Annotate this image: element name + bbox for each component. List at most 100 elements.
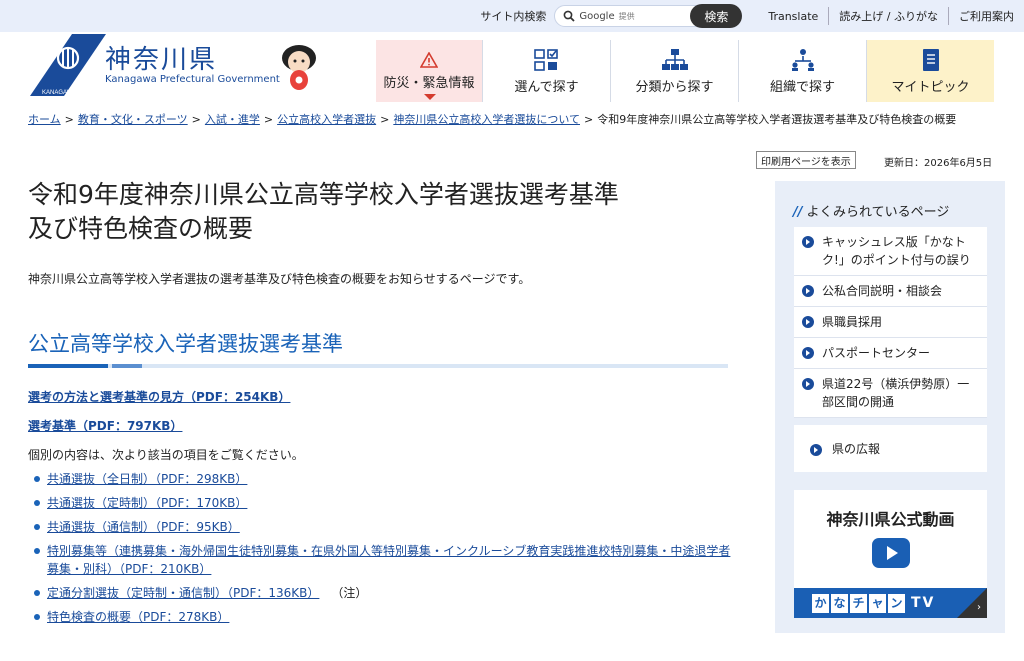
nav-category[interactable]: 分類から探す — [610, 40, 738, 102]
kana-char: チ — [850, 593, 867, 613]
search-icon — [563, 10, 575, 22]
page-title-line1: 令和9年度神奈川県公立高等学校入学者選抜選考基準 — [28, 180, 619, 209]
notebook-icon — [922, 48, 939, 71]
list-item: 特色検査の概要（PDF：278KB） — [32, 608, 742, 626]
nav-organization[interactable]: 組織で探す — [738, 40, 866, 102]
underline-accent-2 — [112, 364, 142, 368]
page-title-line2: 及び特色検査の概要 — [28, 214, 254, 243]
warning-icon — [420, 51, 438, 68]
updated-date: 更新日：2026年6月5日 — [884, 158, 993, 169]
pdf-link[interactable]: 共通選抜（通信制）（PDF：95KB） — [47, 520, 240, 534]
sidebar-item[interactable]: 公私合同説明・相談会 — [794, 276, 987, 307]
sidebar-item[interactable]: パスポートセンター — [794, 338, 987, 369]
play-icon — [872, 538, 910, 568]
kana-char: な — [831, 593, 848, 613]
pdf-link[interactable]: 共通選抜（全日制）（PDF：298KB） — [47, 472, 247, 486]
breadcrumb-current: 令和9年度神奈川県公立高等学校入学者選抜選考基準及び特色検査の概要 — [597, 113, 957, 126]
tv-label: TV — [911, 595, 936, 611]
nav-emergency-label: 防災・緊急情報 — [383, 75, 475, 91]
arrow-circle-icon — [802, 285, 814, 297]
sidebar-item[interactable]: 県道22号（横浜伊勢原）一部区間の開通 — [794, 369, 987, 418]
people-org-icon — [791, 48, 814, 71]
search-button[interactable]: 検索 — [690, 4, 743, 28]
pdf-link[interactable]: 特色検査の概要（PDF：278KB） — [47, 610, 229, 624]
pdf-link[interactable]: 特別募集等（連携募集・海外帰国生徒特別募集・在県外国人等特別募集・インクルーシブ… — [47, 544, 730, 576]
print-button[interactable]: 印刷用ページを表示 — [756, 151, 856, 169]
list-item: 共通選抜（通信制）（PDF：95KB） — [32, 518, 742, 536]
kanachan-tv-bar: か な チ ャ ン TV — [794, 588, 987, 618]
nav-mytopic-label: マイトピック — [891, 79, 970, 95]
sidebar-item-label: パスポートセンター — [822, 346, 931, 360]
arrow-circle-icon — [802, 378, 814, 390]
slash-mark: // — [793, 205, 803, 220]
chevron-right-icon: › — [977, 602, 981, 613]
translate-link[interactable]: Translate — [758, 7, 828, 25]
google-sub-label: 提供 — [618, 11, 635, 21]
official-video-banner[interactable]: 神奈川県公式動画 か な チ ャ ン TV › — [794, 490, 987, 618]
section-underline — [28, 364, 728, 368]
nav-category-label: 分類から探す — [635, 79, 714, 95]
site-header: KANAGAWA 神奈川県 Kanagawa Prefectural Gover… — [0, 34, 1024, 102]
breadcrumb-education[interactable]: 教育・文化・スポーツ — [78, 113, 188, 126]
breadcrumb-home[interactable]: ホーム — [28, 113, 61, 126]
sidebar-item-label: キャッシュレス版「かなトク!」のポイント付与の誤り — [822, 235, 971, 267]
logo-subtitle: Kanagawa Prefectural Government — [105, 74, 280, 85]
site-search-label: サイト内検索 — [480, 10, 547, 23]
chevron-down-icon — [424, 94, 436, 100]
breadcrumb-separator: > — [263, 113, 274, 126]
sidebar-item[interactable]: キャッシュレス版「かなトク!」のポイント付与の誤り — [794, 227, 987, 276]
breadcrumb-public-hs[interactable]: 公立高校入学者選抜 — [277, 113, 376, 126]
hierarchy-icon — [661, 48, 688, 70]
breadcrumb-about-selection[interactable]: 神奈川県公立高校入学者選抜について — [393, 113, 580, 126]
list-item: 特別募集等（連携募集・海外帰国生徒特別募集・在県外国人等特別募集・インクルーシブ… — [32, 542, 742, 578]
sidebar-item-label: 公私合同説明・相談会 — [822, 284, 943, 298]
breadcrumb-separator: > — [64, 113, 74, 126]
underline-accent — [28, 364, 108, 368]
logo-text[interactable]: 神奈川県 Kanagawa Prefectural Government — [105, 46, 280, 85]
list-item: 共通選抜（全日制）（PDF：298KB） — [32, 470, 742, 488]
note-mark: （注） — [337, 586, 368, 600]
pdf-link[interactable]: 共通選抜（定時制）（PDF：170KB） — [47, 496, 247, 510]
popular-pages-list: キャッシュレス版「かなトク!」のポイント付与の誤り 公私合同説明・相談会 県職員… — [794, 227, 987, 418]
sidebar-item[interactable]: 県職員採用 — [794, 307, 987, 338]
search-input[interactable]: Google 提供 — [554, 5, 705, 27]
nav-choose[interactable]: 選んで探す — [482, 40, 610, 102]
kana-char: か — [812, 593, 829, 613]
arrow-circle-icon — [802, 316, 814, 328]
nav-choose-label: 選んで探す — [514, 79, 579, 95]
pr-label: 県の広報 — [832, 442, 881, 456]
guide-link[interactable]: ご利用案内 — [948, 7, 1024, 25]
breadcrumb: ホーム > 教育・文化・スポーツ > 入試・進学 > 公立高校入学者選抜 > 神奈川県公立高校入… — [28, 111, 1003, 129]
page-title: 令和9年度神奈川県公立高等学校入学者選抜選考基準 及び特色検査の概要 — [28, 178, 748, 246]
sidebar-item-label: 県職員採用 — [822, 315, 883, 329]
nav-mytopic[interactable]: マイトピック — [866, 40, 994, 102]
section-title: 公立高等学校入学者選抜選考基準 — [28, 332, 343, 356]
logo-mark-text: KANAGAWA — [42, 90, 76, 96]
kanagawa-logo[interactable]: KANAGAWA — [28, 34, 108, 98]
google-label: Google — [579, 10, 615, 22]
readaloud-link[interactable]: 読み上げ / ふりがな — [828, 7, 948, 25]
public-relations-link[interactable]: 県の広報 — [794, 425, 987, 472]
breadcrumb-separator: > — [191, 113, 201, 126]
detail-text: 個別の内容は、次より該当の項目をご覧ください。 — [28, 448, 304, 462]
arrow-circle-icon — [810, 444, 822, 456]
intro-text: 神奈川県公立高等学校入学者選抜の選考基準及び特色検査の概要をお知らせするページで… — [28, 272, 531, 286]
breadcrumb-separator: > — [584, 113, 594, 126]
list-item: 共通選抜（定時制）（PDF：170KB） — [32, 494, 742, 512]
nav-emergency[interactable]: 防災・緊急情報 — [376, 40, 482, 102]
arrow-circle-icon — [802, 236, 814, 248]
criteria-pdf-link[interactable]: 選考基準（PDF：797KB） — [28, 417, 182, 434]
logo-title: 神奈川県 — [105, 45, 218, 75]
pdf-link[interactable]: 定通分割選抜（定時制・通信制）（PDF：136KB） — [47, 586, 319, 600]
main-nav: 防災・緊急情報 選んで探す 分類から探す 組織で探す マイトピック — [376, 40, 994, 102]
video-title: 神奈川県公式動画 — [826, 510, 955, 529]
sidebar-item-label: 県道22号（横浜伊勢原）一部区間の開通 — [822, 377, 970, 409]
method-pdf-link[interactable]: 選考の方法と選考基準の見方（PDF：254KB） — [28, 388, 290, 405]
sidebar-heading: //よくみられているページ — [793, 201, 949, 220]
kana-char: ン — [888, 593, 905, 613]
sidebar-heading-label: よくみられているページ — [806, 205, 950, 220]
mascot-image — [282, 45, 316, 90]
breadcrumb-admissions[interactable]: 入試・進学 — [205, 113, 260, 126]
breadcrumb-separator: > — [380, 113, 390, 126]
checklist-icon — [533, 48, 558, 71]
